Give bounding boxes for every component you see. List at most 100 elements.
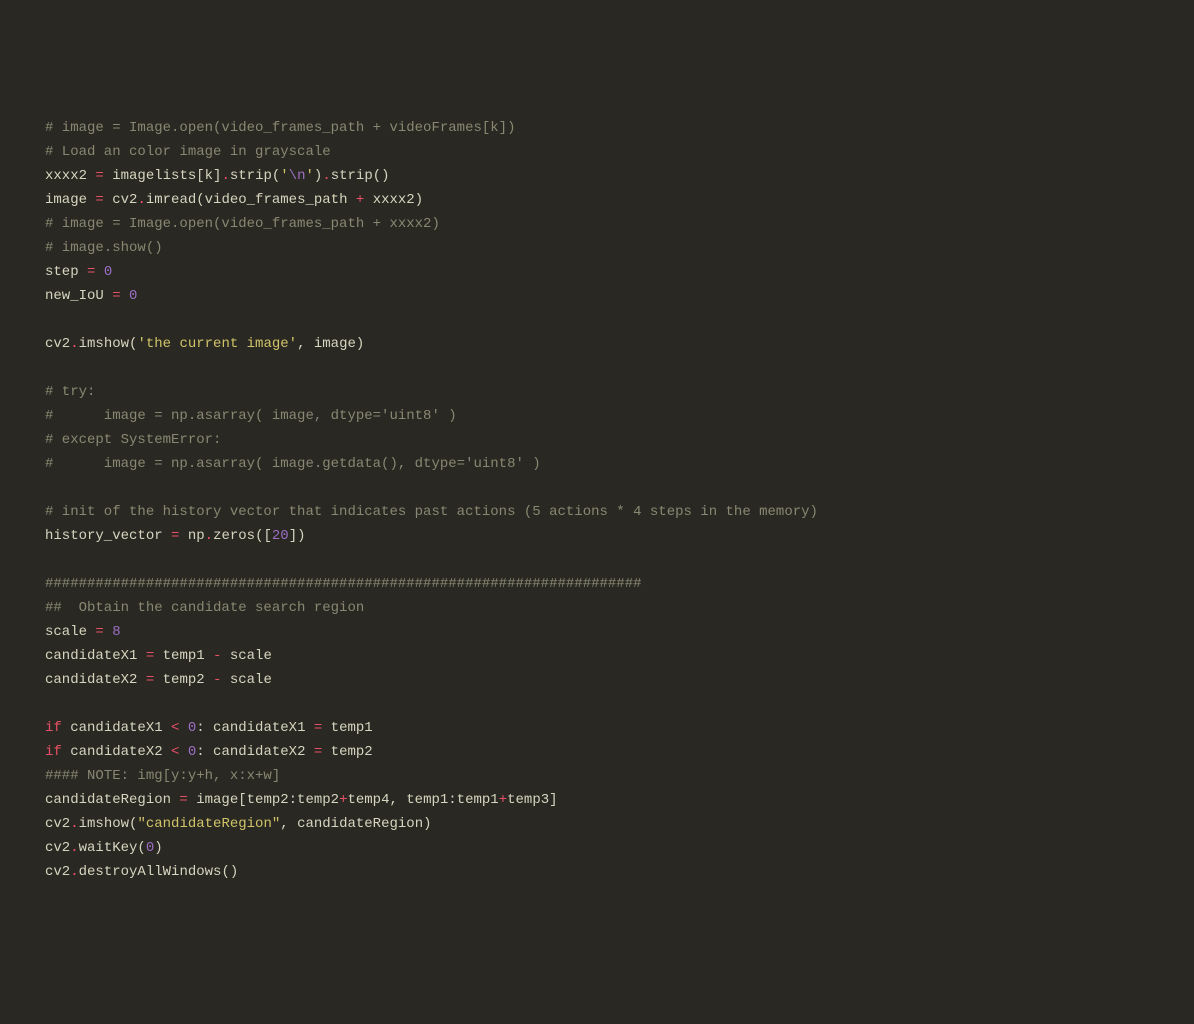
code-token: candidateX2 <box>45 672 146 688</box>
code-line[interactable]: candidateRegion = image[temp2:temp2 +temp… <box>45 788 1149 812</box>
code-token: : candidateX1 <box>196 720 314 736</box>
code-line[interactable]: # image = np.asarray( image, dtype='uint… <box>45 404 1149 428</box>
code-token: candidateX1 <box>62 720 171 736</box>
code-token: 0 <box>129 288 137 304</box>
code-line[interactable]: history_vector = np.zeros([20]) <box>45 524 1149 548</box>
code-token: temp3] <box>507 792 557 808</box>
code-line[interactable]: # Load an color image in grayscale <box>45 140 1149 164</box>
code-line[interactable]: candidateX1 = temp1 - scale <box>45 644 1149 668</box>
code-token: imagelists[k] <box>104 168 222 184</box>
code-token: = <box>95 192 103 208</box>
code-line[interactable] <box>45 476 1149 500</box>
code-token: new_IoU <box>45 288 112 304</box>
code-token <box>179 720 187 736</box>
code-token: ' <box>306 168 314 184</box>
code-token: . <box>221 168 229 184</box>
code-token <box>179 744 187 760</box>
code-token: strip() <box>331 168 390 184</box>
code-line[interactable]: if candidateX2 < 0: candidateX2 = temp2 <box>45 740 1149 764</box>
code-token: = <box>146 648 154 664</box>
code-line[interactable]: cv2.imshow("candidateRegion", candidateR… <box>45 812 1149 836</box>
code-token: "candidateRegion" <box>137 816 280 832</box>
code-token: xxxx2) <box>364 192 423 208</box>
code-line[interactable]: xxxx2 = imagelists[k].strip('\n').strip(… <box>45 164 1149 188</box>
code-token: 0 <box>188 744 196 760</box>
code-token <box>121 288 129 304</box>
code-token: 8 <box>112 624 120 640</box>
code-line[interactable]: ########################################… <box>45 572 1149 596</box>
code-token: = <box>112 288 120 304</box>
code-token: scale <box>45 624 95 640</box>
code-line[interactable]: # try: <box>45 380 1149 404</box>
comment-text: # image.show() <box>45 240 163 256</box>
code-line[interactable] <box>45 308 1149 332</box>
code-token: cv2 <box>45 840 70 856</box>
code-editor-view[interactable]: # image = Image.open(video_frames_path +… <box>45 116 1149 884</box>
code-token: + <box>499 792 507 808</box>
comment-text: # except SystemError: <box>45 432 221 448</box>
code-line[interactable]: cv2.destroyAllWindows() <box>45 860 1149 884</box>
code-line[interactable]: # image.show() <box>45 236 1149 260</box>
code-token: waitKey( <box>79 840 146 856</box>
code-token: 20 <box>272 528 289 544</box>
code-line[interactable] <box>45 356 1149 380</box>
code-token: cv2 <box>45 864 70 880</box>
code-line[interactable] <box>45 548 1149 572</box>
code-token: strip( <box>230 168 280 184</box>
code-token: scale <box>221 672 271 688</box>
comment-text: # Load an color image in grayscale <box>45 144 331 160</box>
code-token: zeros([ <box>213 528 272 544</box>
code-line[interactable]: cv2.imshow('the current image', image) <box>45 332 1149 356</box>
code-token: . <box>205 528 213 544</box>
code-token: image[temp2:temp2 <box>188 792 339 808</box>
code-token: . <box>70 840 78 856</box>
code-line[interactable]: step = 0 <box>45 260 1149 284</box>
comment-text: #### NOTE: img[y:y+h, x:x+w] <box>45 768 280 784</box>
code-line[interactable]: # except SystemError: <box>45 428 1149 452</box>
code-line[interactable]: cv2.waitKey(0) <box>45 836 1149 860</box>
code-line[interactable]: if candidateX1 < 0: candidateX1 = temp1 <box>45 716 1149 740</box>
code-token: = <box>95 168 103 184</box>
code-token: temp2 <box>322 744 372 760</box>
code-line[interactable]: # image = np.asarray( image.getdata(), d… <box>45 452 1149 476</box>
code-line[interactable]: ## Obtain the candidate search region <box>45 596 1149 620</box>
code-token: ) <box>154 840 162 856</box>
code-token: , image) <box>297 336 364 352</box>
code-line[interactable]: scale = 8 <box>45 620 1149 644</box>
code-token: . <box>70 816 78 832</box>
code-token: 0 <box>188 720 196 736</box>
code-line[interactable]: image = cv2.imread(video_frames_path + x… <box>45 188 1149 212</box>
code-token: destroyAllWindows() <box>79 864 239 880</box>
code-token: image <box>45 192 95 208</box>
code-token: candidateRegion <box>45 792 179 808</box>
code-token: . <box>70 336 78 352</box>
code-token: imread(video_frames_path <box>146 192 356 208</box>
code-token: candidateX2 <box>62 744 171 760</box>
comment-text: # image = Image.open(video_frames_path +… <box>45 216 440 232</box>
code-token: scale <box>221 648 271 664</box>
code-token: candidateX1 <box>45 648 146 664</box>
code-token: . <box>137 192 145 208</box>
code-line[interactable]: #### NOTE: img[y:y+h, x:x+w] <box>45 764 1149 788</box>
code-token: temp1 <box>154 648 213 664</box>
code-line[interactable]: # image = Image.open(video_frames_path +… <box>45 116 1149 140</box>
code-line[interactable] <box>45 692 1149 716</box>
comment-text: # try: <box>45 384 95 400</box>
code-token: cv2 <box>104 192 138 208</box>
code-token: ' <box>280 168 288 184</box>
code-line[interactable]: # init of the history vector that indica… <box>45 500 1149 524</box>
code-token: imshow( <box>79 816 138 832</box>
code-token: = <box>95 624 103 640</box>
code-token: 'the current image' <box>137 336 297 352</box>
comment-text: ## Obtain the candidate search region <box>45 600 364 616</box>
code-line[interactable]: # image = Image.open(video_frames_path +… <box>45 212 1149 236</box>
code-token: history_vector <box>45 528 171 544</box>
code-token: if <box>45 720 62 736</box>
code-token: temp4, temp1:temp1 <box>347 792 498 808</box>
code-line[interactable]: new_IoU = 0 <box>45 284 1149 308</box>
code-token: : candidateX2 <box>196 744 314 760</box>
code-line[interactable]: candidateX2 = temp2 - scale <box>45 668 1149 692</box>
comment-text: # image = Image.open(video_frames_path +… <box>45 120 515 136</box>
code-token: np <box>179 528 204 544</box>
code-token: = <box>179 792 187 808</box>
